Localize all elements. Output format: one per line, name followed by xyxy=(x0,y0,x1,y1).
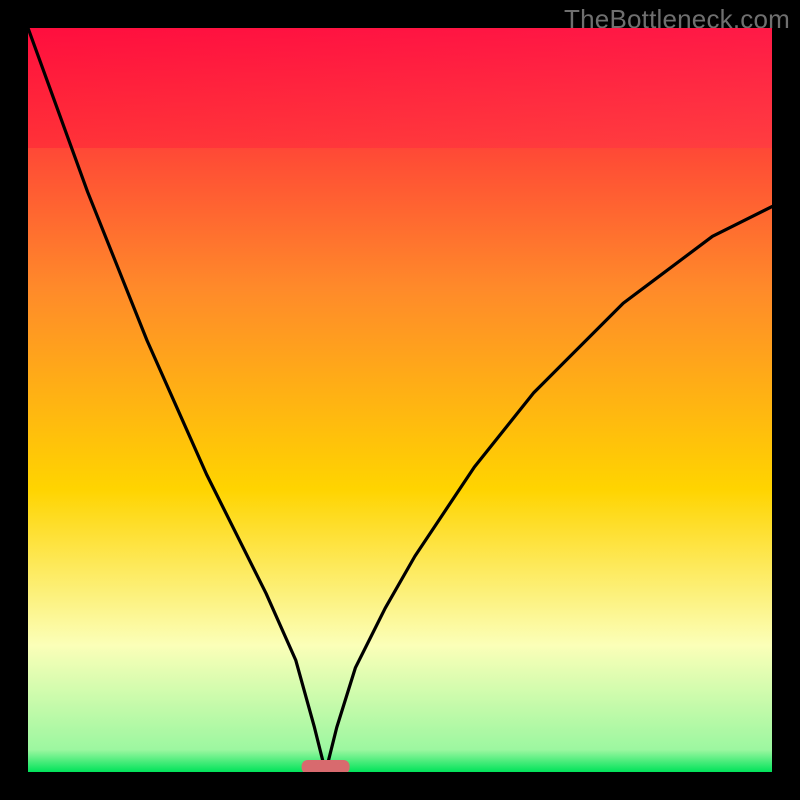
min-marker xyxy=(302,760,350,772)
chart-svg xyxy=(28,28,772,772)
plot-area xyxy=(28,28,772,772)
chart-frame: TheBottleneck.com xyxy=(0,0,800,800)
top-hue-overlay xyxy=(28,28,772,148)
